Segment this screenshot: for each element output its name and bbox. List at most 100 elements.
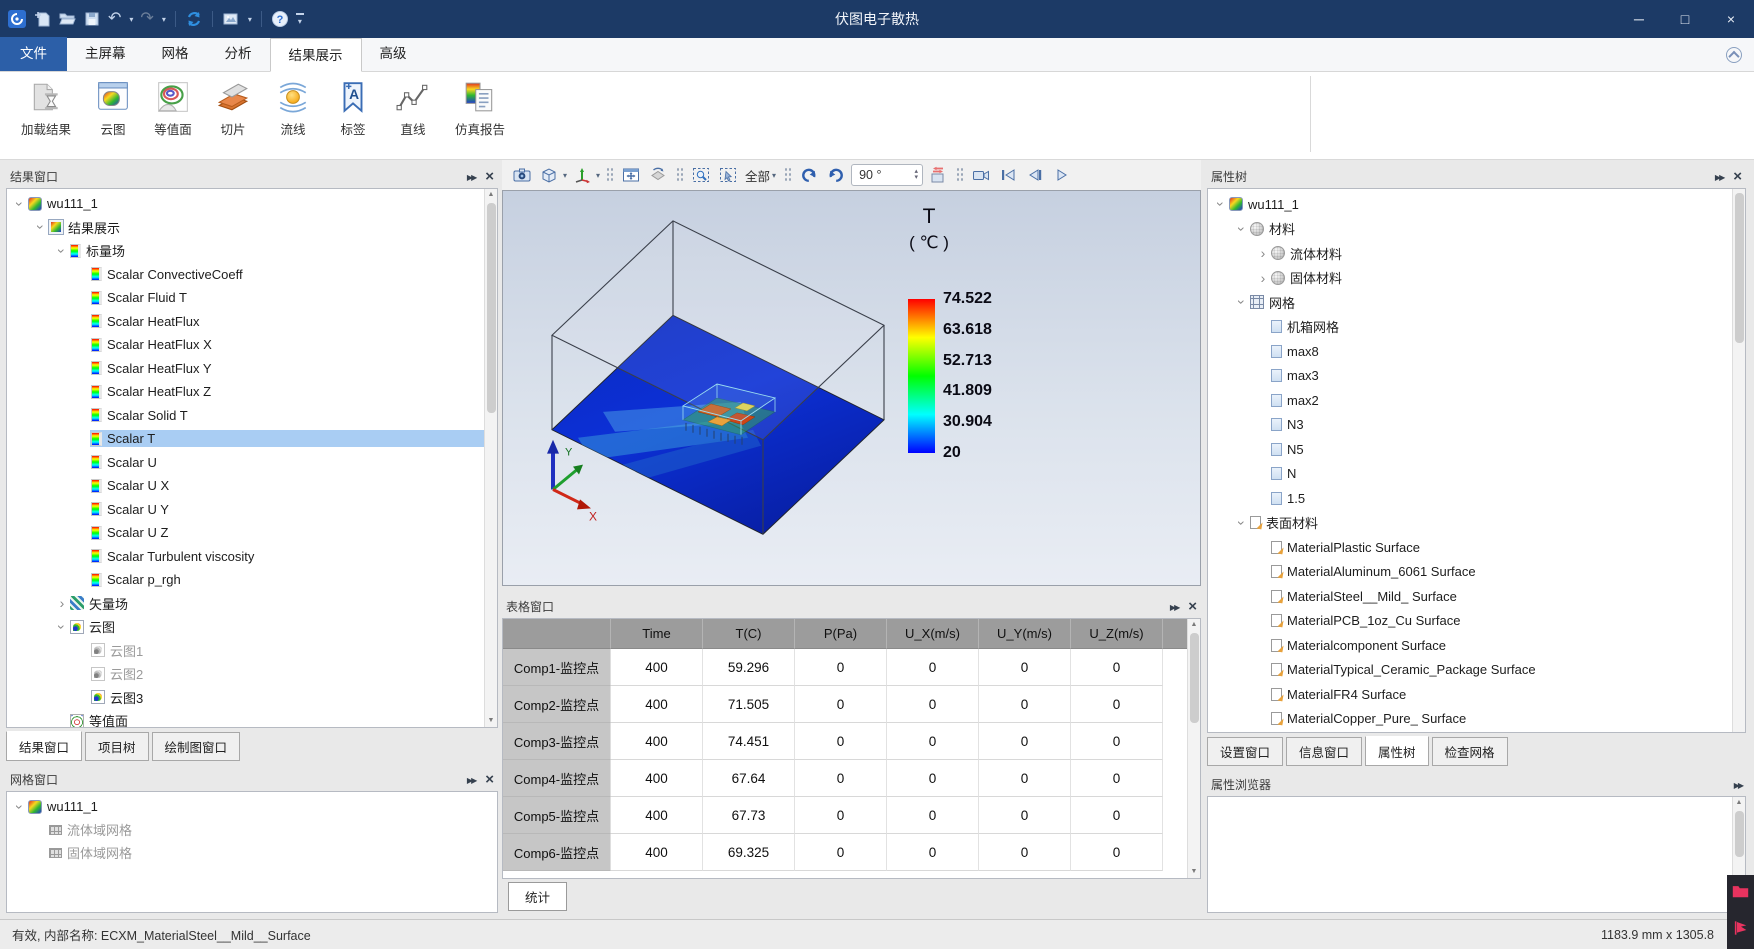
mirror-view-icon[interactable] [926,163,950,187]
tree-item[interactable]: Scalar p_rgh [7,568,497,592]
tool-cloud-map[interactable]: 云图 [84,78,142,138]
tree-item[interactable]: Scalar U [7,451,497,475]
collapse-arrow-icon[interactable]: › [1236,222,1248,236]
table-cell[interactable]: 0 [1071,760,1163,797]
snapshot-camera-icon[interactable] [510,163,534,187]
capture-icon[interactable] [222,8,240,30]
collapse-arrow-icon[interactable]: › [56,620,68,634]
rotate-cw-icon[interactable] [824,163,848,187]
chevron-down-icon[interactable]: ▾ [596,171,600,180]
tree-item[interactable]: ›wu111_1 [7,192,497,216]
table-cell[interactable]: 0 [887,797,979,834]
table-cell[interactable]: 0 [887,760,979,797]
ribbon-tab-主屏幕[interactable]: 主屏幕 [67,37,144,71]
toolbar-options-icon[interactable] [296,13,304,26]
tree-item[interactable]: MaterialPCB_1oz_Cu Surface [1208,609,1745,634]
minimize-ribbon-icon[interactable] [1726,47,1742,63]
ribbon-tab-分析[interactable]: 分析 [207,37,270,71]
tab-statistics[interactable]: 统计 [508,882,567,911]
table-row-header[interactable]: Comp2-监控点 [503,686,611,723]
table-cell[interactable]: 59.296 [703,649,795,686]
tree-item[interactable]: ›表面材料 [1208,511,1745,536]
tree-item[interactable]: 1.5 [1208,486,1745,511]
select-area-icon[interactable] [716,163,740,187]
table-cell[interactable]: 0 [979,686,1071,723]
dropdown-arrow-icon[interactable]: ▾ [162,15,166,24]
tree-item[interactable]: Scalar Fluid T [7,286,497,310]
table-cell[interactable]: 71.505 [703,686,795,723]
rotate-ccw-icon[interactable] [797,163,821,187]
next-frame-icon[interactable] [1050,163,1074,187]
tree-item[interactable]: 固体域网格 [7,841,497,864]
tree-item[interactable]: ›流体材料 [1208,241,1745,266]
table-cell[interactable]: 0 [979,834,1071,871]
-icon[interactable] [83,8,101,30]
tree-item[interactable]: 机箱网格 [1208,315,1745,340]
tree-item[interactable]: Scalar Turbulent viscosity [7,545,497,569]
table-cell[interactable]: 0 [887,723,979,760]
collapse-panel-icon[interactable] [467,772,475,786]
tree-item[interactable]: MaterialSteel__Mild_ Surface [1208,584,1745,609]
chevron-down-icon[interactable]: ▾ [563,171,567,180]
table-cell[interactable]: 74.451 [703,723,795,760]
close-icon[interactable]: × [1708,0,1754,38]
table-cell[interactable]: 0 [795,649,887,686]
collapse-panel-icon[interactable] [1170,599,1178,613]
fit-view-icon[interactable] [619,163,643,187]
collapse-panel-icon[interactable] [467,169,475,183]
panel-tab-信息窗口[interactable]: 信息窗口 [1286,737,1362,766]
tree-item[interactable]: MaterialCopper_Pure_ Surface [1208,707,1745,732]
property-browser[interactable]: ▲ [1207,796,1746,913]
tree-item[interactable]: ›结果展示 [7,216,497,240]
tree-item[interactable]: 云图2 [7,662,497,686]
toolbar-grip[interactable] [956,167,963,183]
property-tree-scrollbar[interactable] [1732,189,1745,732]
result-tree[interactable]: ›wu111_1›结果展示›标量场Scalar ConvectiveCoeffS… [6,188,498,728]
tree-item[interactable]: Scalar HeatFlux Z [7,380,497,404]
tree-item[interactable]: max8 [1208,339,1745,364]
tree-item[interactable]: 云图1 [7,639,497,663]
panel-tab-设置窗口[interactable]: 设置窗口 [1207,737,1283,766]
tree-item[interactable]: Scalar HeatFlux [7,310,497,334]
tree-item[interactable]: N3 [1208,413,1745,438]
3d-viewport[interactable]: Y X T ( ℃ ) 74.52263.61852.71341.80930.9… [502,190,1201,586]
folder-icon[interactable] [1732,884,1749,903]
tree-item[interactable]: 流体域网格 [7,818,497,841]
collapse-panel-icon[interactable] [1734,777,1742,791]
-icon[interactable]: ? [271,8,289,30]
table-scrollbar[interactable]: ▲▼ [1187,619,1200,878]
-icon[interactable] [58,8,76,30]
table-cell[interactable]: 0 [1071,686,1163,723]
tree-item[interactable]: 等值面 [7,709,497,728]
expand-arrow-icon[interactable]: › [1256,247,1270,259]
tree-item[interactable]: ›标量场 [7,239,497,263]
tree-item[interactable]: ›云图 [7,615,497,639]
table-row-header[interactable]: Comp1-监控点 [503,649,611,686]
toolbar-grip[interactable] [606,167,613,183]
redo-icon[interactable]: ↷ [140,8,153,30]
expand-arrow-icon[interactable]: › [1256,272,1270,284]
table-cell[interactable]: 0 [979,797,1071,834]
table-cell[interactable]: 0 [795,686,887,723]
collapse-arrow-icon[interactable]: › [1215,197,1227,211]
tool-load-result[interactable]: 加载结果 [10,78,82,138]
ribbon-tab-高级[interactable]: 高级 [362,37,425,71]
dropdown-arrow-icon[interactable]: ▾ [129,15,133,24]
close-panel-icon[interactable] [485,771,494,788]
table-cell[interactable]: 400 [611,797,703,834]
view-orientation-icon[interactable] [570,163,594,187]
rotation-angle-spinner[interactable]: 90 °▴▾ [851,164,923,186]
refresh-icon[interactable] [185,8,203,30]
dropdown-arrow-icon[interactable]: ▾ [248,15,252,24]
tool-report[interactable]: 仿真报告 [444,78,516,138]
tool-tag[interactable]: A标签 [324,78,382,138]
table-cell[interactable]: 0 [979,760,1071,797]
tree-item[interactable]: MaterialTypical_Ceramic_Package Surface [1208,658,1745,683]
tool-slice[interactable]: 切片 [204,78,262,138]
undo-icon[interactable]: ↶ [108,8,121,30]
panel-tab-项目树[interactable]: 项目树 [85,732,149,761]
table-cell[interactable]: 0 [887,649,979,686]
table-cell[interactable]: 0 [887,834,979,871]
tree-item[interactable]: N [1208,462,1745,487]
flag-icon[interactable] [1733,920,1749,941]
